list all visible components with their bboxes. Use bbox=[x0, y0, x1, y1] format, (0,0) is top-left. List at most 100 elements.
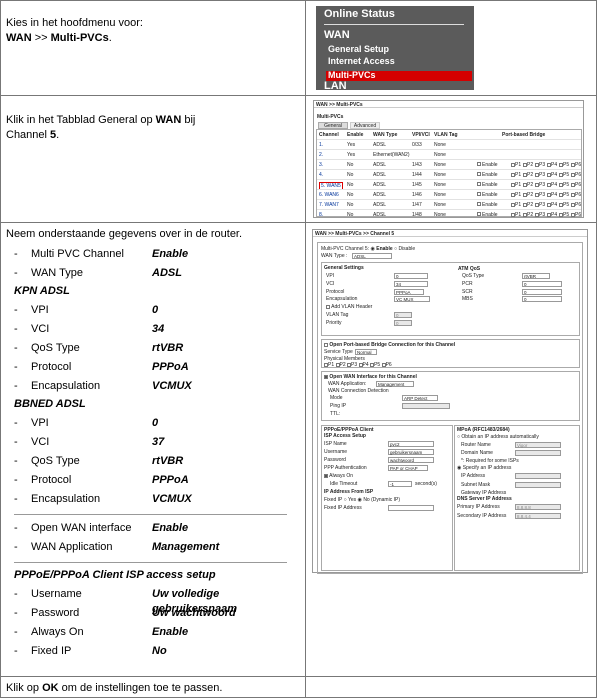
port-checkbox[interactable]: P3 bbox=[535, 162, 545, 168]
port-checkbox[interactable]: P6 bbox=[571, 202, 581, 208]
wan-type-select[interactable]: ADSL bbox=[352, 253, 392, 259]
menu-wan[interactable]: WAN bbox=[324, 29, 350, 41]
port-checkbox[interactable]: P1 bbox=[511, 192, 521, 198]
username-label: Username bbox=[324, 449, 348, 455]
tab-advanced[interactable]: Advanced bbox=[350, 122, 380, 129]
fixed-ip-addr-input[interactable] bbox=[388, 505, 434, 511]
port-checkbox[interactable]: P1 bbox=[511, 212, 521, 218]
router-name-input[interactable]: Vigor bbox=[515, 442, 561, 448]
port-checkbox[interactable]: P1 bbox=[511, 182, 521, 188]
mode-select[interactable]: ARP Detect bbox=[402, 395, 438, 401]
port-checkbox[interactable]: P6 bbox=[571, 172, 581, 178]
isp-name-input[interactable]: pvc2 bbox=[388, 441, 434, 447]
port-checkbox[interactable]: P3 bbox=[535, 212, 545, 218]
cell-channel[interactable]: 4. bbox=[319, 172, 323, 178]
username-input[interactable]: gebruikersnaam bbox=[388, 449, 434, 455]
encap-select[interactable]: VC MUX bbox=[394, 296, 430, 302]
menu-online-status[interactable]: Online Status bbox=[324, 8, 395, 20]
enable-checkbox[interactable] bbox=[477, 202, 481, 206]
enable-checkbox[interactable] bbox=[477, 212, 481, 216]
port-checkbox[interactable]: P2 bbox=[523, 182, 533, 188]
protocol-select[interactable]: PPPoA bbox=[394, 289, 424, 295]
wan-app-select[interactable]: Management bbox=[376, 381, 414, 387]
obtain-radio[interactable]: ○ bbox=[457, 434, 460, 440]
tab-general[interactable]: General bbox=[318, 122, 348, 129]
always-on-checkbox[interactable] bbox=[324, 473, 328, 478]
port-checkbox[interactable]: P3 bbox=[535, 172, 545, 178]
cell-channel[interactable]: 8. bbox=[319, 212, 323, 218]
open-wan-label: Open WAN Interface for this Channel bbox=[329, 374, 417, 380]
menu-general-setup[interactable]: General Setup bbox=[328, 44, 389, 54]
qos-select[interactable]: rtVBR bbox=[522, 273, 550, 279]
ppp-auth-select[interactable]: PAP or CHAP bbox=[388, 465, 428, 471]
cell-channel[interactable]: 7. WAN7 bbox=[319, 202, 339, 208]
add-vlan-checkbox[interactable] bbox=[326, 304, 330, 309]
fixed-ip-yes-radio[interactable]: ○ bbox=[344, 497, 347, 503]
radio-enable[interactable]: ◉ bbox=[370, 246, 374, 252]
port-checkbox[interactable]: P4 bbox=[547, 212, 557, 218]
port-checkbox[interactable]: P4 bbox=[547, 192, 557, 198]
port-checkbox[interactable]: P2 bbox=[523, 202, 533, 208]
port-checkbox[interactable]: P2 bbox=[523, 212, 533, 218]
port-checkbox[interactable]: P5 bbox=[559, 182, 569, 188]
priority-input[interactable]: 0 bbox=[394, 320, 412, 326]
scr-input[interactable]: 0 bbox=[522, 289, 562, 295]
enable-checkbox[interactable] bbox=[477, 182, 481, 186]
port-checkbox[interactable]: P2 bbox=[523, 162, 533, 168]
bridge-checkbox[interactable] bbox=[324, 342, 328, 347]
specify-radio[interactable]: ◉ bbox=[457, 465, 461, 471]
cell-channel[interactable]: 6. WAN6 bbox=[319, 192, 339, 198]
port-checkbox[interactable]: P3 bbox=[535, 202, 545, 208]
port-checkbox[interactable]: P6 bbox=[571, 192, 581, 198]
idle-input[interactable]: -1 bbox=[388, 481, 412, 487]
enable-checkbox[interactable] bbox=[477, 192, 481, 196]
port-checkbox[interactable]: P5 bbox=[559, 162, 569, 168]
primary-dns-input[interactable]: 8.8.8.8 bbox=[515, 504, 561, 510]
vpi-input[interactable]: 0 bbox=[394, 273, 428, 279]
port-checkbox[interactable]: P4 bbox=[547, 162, 557, 168]
port-checkbox[interactable]: P1 bbox=[511, 172, 521, 178]
ping-ip-input[interactable] bbox=[402, 403, 450, 409]
cell-channel[interactable]: 1. bbox=[319, 142, 323, 148]
subnet-input[interactable] bbox=[515, 482, 561, 488]
port-checkbox[interactable]: P4 bbox=[547, 202, 557, 208]
port-checkbox[interactable]: P1 bbox=[511, 162, 521, 168]
port-checkbox[interactable]: P4 bbox=[547, 172, 557, 178]
menu-internet-access[interactable]: Internet Access bbox=[328, 56, 395, 66]
menu-multi-pvcs[interactable]: Multi-PVCs bbox=[328, 70, 376, 80]
port-checkbox[interactable]: P5 bbox=[559, 192, 569, 198]
cell-channel[interactable]: 2. bbox=[319, 152, 323, 158]
vci-input[interactable]: 34 bbox=[394, 281, 428, 287]
port-checkbox[interactable]: P6 bbox=[571, 162, 581, 168]
open-wan-checkbox[interactable] bbox=[324, 374, 328, 379]
port-checkbox[interactable]: P5 bbox=[559, 212, 569, 218]
enable-checkbox[interactable] bbox=[477, 162, 481, 166]
bbned-heading: BBNED ADSL bbox=[14, 398, 86, 410]
port-checkbox[interactable]: P5 bbox=[559, 202, 569, 208]
fixed-ip-no-radio[interactable]: ◉ bbox=[358, 497, 362, 503]
column-divider bbox=[305, 96, 306, 222]
port-label: P2 bbox=[527, 172, 534, 178]
service-type-select[interactable]: Normal bbox=[355, 349, 377, 355]
port-checkbox[interactable]: P6 bbox=[571, 182, 581, 188]
radio-disable[interactable]: ○ bbox=[394, 246, 397, 252]
enable-checkbox[interactable] bbox=[477, 172, 481, 176]
pcr-input[interactable]: 0 bbox=[522, 281, 562, 287]
password-input[interactable]: wachtwoord bbox=[388, 457, 434, 463]
cell-channel[interactable]: 3. bbox=[319, 162, 323, 168]
menu-lan[interactable]: LAN bbox=[324, 80, 347, 92]
port-checkbox[interactable]: P2 bbox=[523, 192, 533, 198]
port-checkbox[interactable]: P3 bbox=[535, 182, 545, 188]
vlan-tag-input[interactable]: 0 bbox=[394, 312, 412, 318]
port-checkbox[interactable]: P3 bbox=[535, 192, 545, 198]
port-checkbox[interactable]: P2 bbox=[523, 172, 533, 178]
port-checkbox[interactable]: P5 bbox=[559, 172, 569, 178]
port-checkbox[interactable]: P4 bbox=[547, 182, 557, 188]
ip-address-input[interactable] bbox=[515, 473, 561, 479]
secondary-dns-input[interactable]: 8.8.4.4 bbox=[515, 513, 561, 519]
port-label: P5 bbox=[563, 202, 570, 208]
port-checkbox[interactable]: P6 bbox=[571, 212, 581, 218]
domain-name-input[interactable] bbox=[515, 450, 561, 456]
mbs-input[interactable]: 0 bbox=[522, 296, 562, 302]
port-checkbox[interactable]: P1 bbox=[511, 202, 521, 208]
